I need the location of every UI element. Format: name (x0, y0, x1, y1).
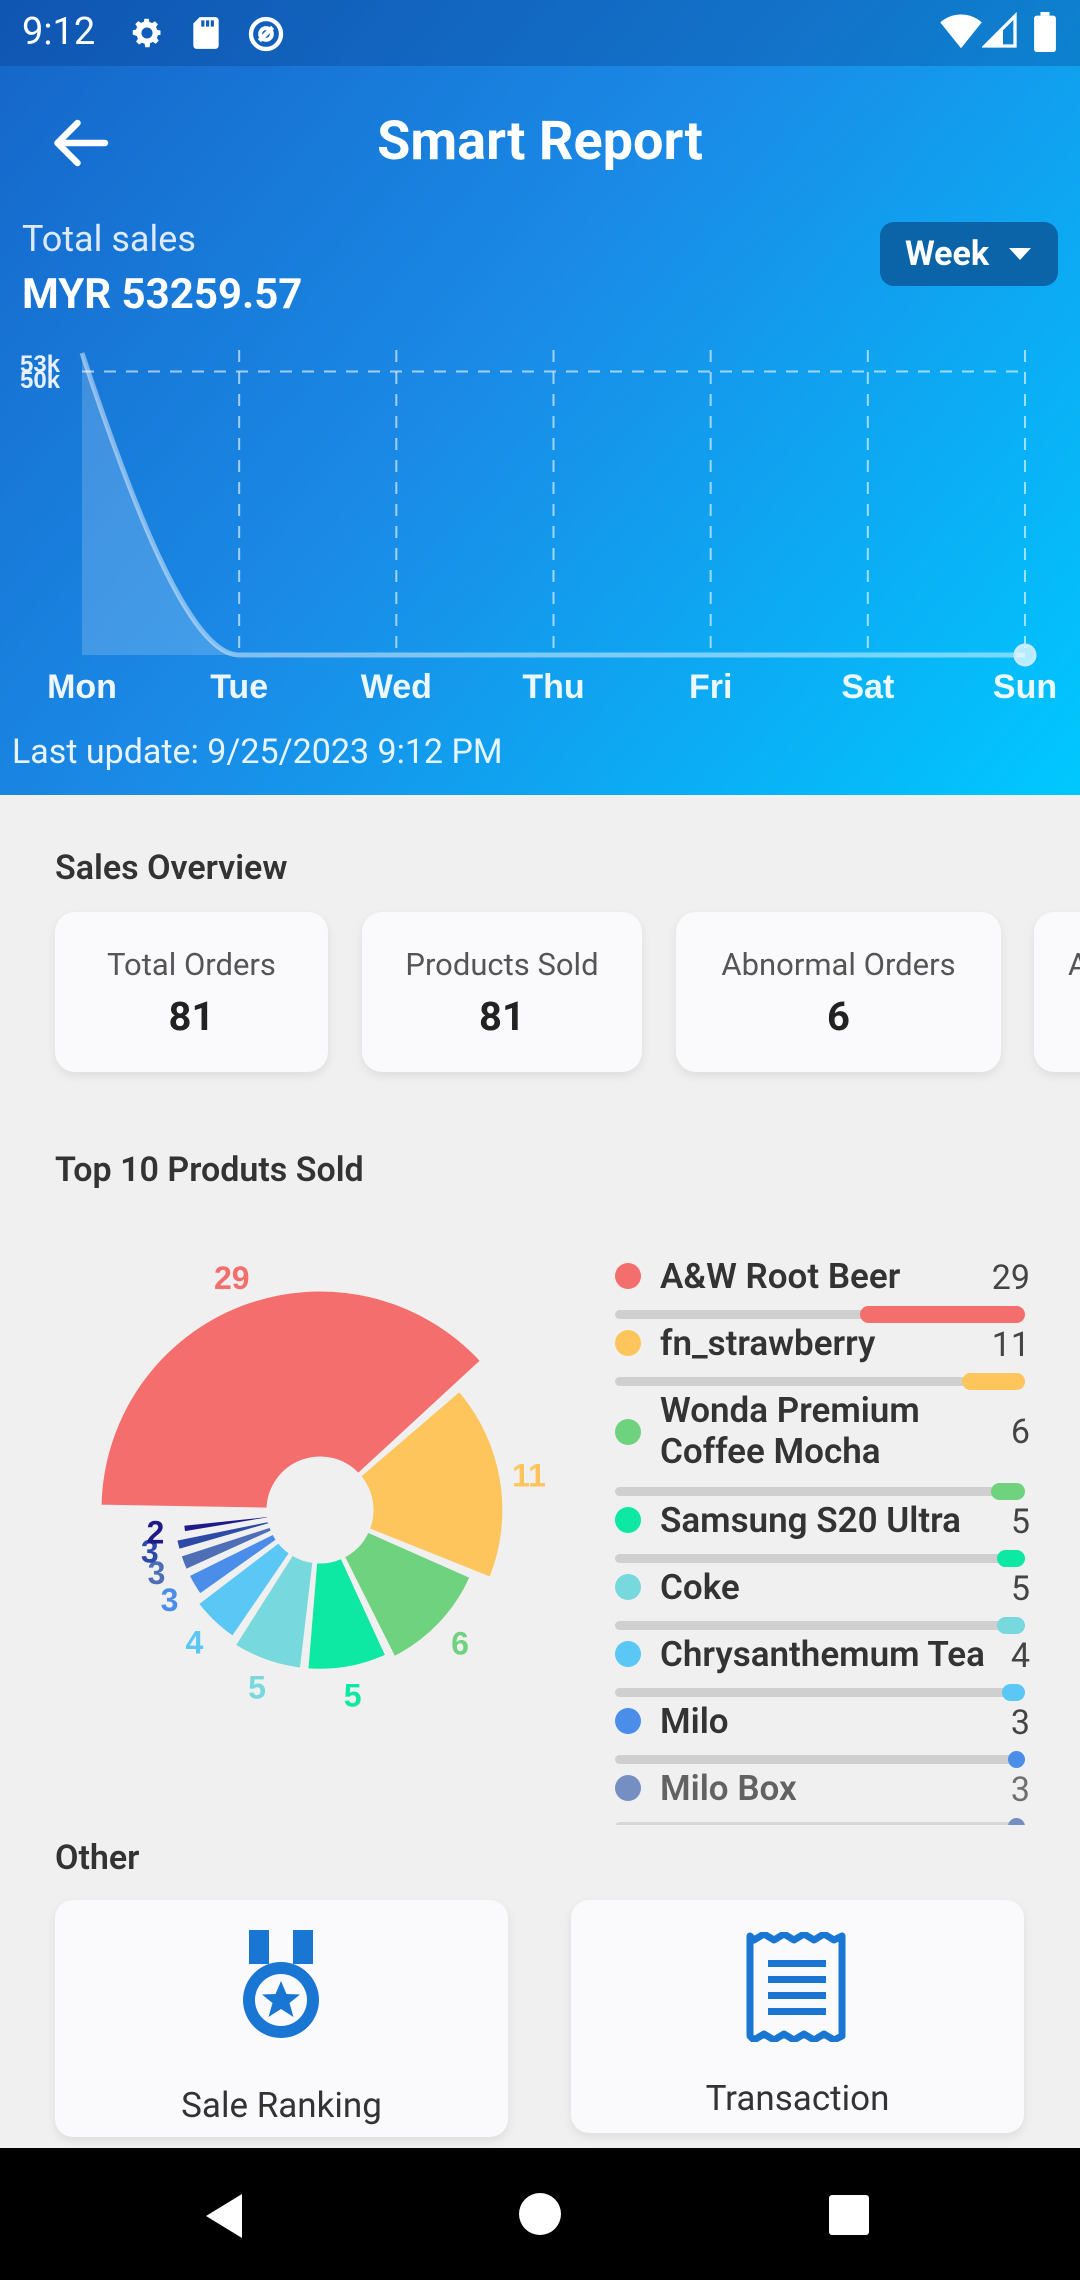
pie-value-label: 11 (512, 1457, 546, 1493)
top-products-title: Top 10 Produts Sold (55, 1150, 364, 1190)
progress-fill (996, 1617, 1025, 1634)
x-tick-label: Thu (522, 668, 584, 706)
transaction-button[interactable]: Transaction (571, 1900, 1024, 2133)
chart-point-last[interactable] (1013, 643, 1037, 667)
other-title: Other (55, 1838, 140, 1878)
product-name: Chrysanthemum Tea (660, 1634, 985, 1675)
card-value: 81 (168, 993, 215, 1040)
pie-value-label: 2 (147, 1514, 165, 1550)
progress-fill (1007, 1751, 1025, 1768)
nav-back-icon[interactable] (200, 2190, 248, 2242)
pie-value-label: 4 (186, 1624, 204, 1660)
status-time: 9:12 (22, 10, 96, 54)
product-count: 11 (991, 1325, 1030, 1365)
pie-value-label: 5 (344, 1677, 362, 1713)
nav-recents-icon[interactable] (828, 2194, 870, 2236)
legend-dot (615, 1708, 641, 1734)
legend-dot (615, 1641, 641, 1667)
progress-track (615, 1684, 1025, 1701)
product-count: 29 (991, 1258, 1030, 1298)
sales-line-chart: 53k50k Mon Tue Wed Thu Fri Sat Sun (20, 350, 1057, 706)
sale-ranking-button[interactable]: Sale Ranking (55, 1900, 508, 2137)
product-name: Milo (660, 1701, 729, 1742)
pie-value-label: 5 (248, 1669, 266, 1705)
transaction-label: Transaction (705, 2078, 890, 2119)
x-tick-label: Sun (993, 668, 1057, 706)
legend-dot (615, 1419, 641, 1445)
sales-overview-title: Sales Overview (55, 848, 288, 888)
progress-fill (1007, 1818, 1025, 1825)
products-sold-card[interactable]: Products Sold 81 (362, 912, 642, 1072)
progress-track (615, 1306, 1025, 1323)
progress-fill (860, 1306, 1025, 1323)
medal-icon (243, 1930, 319, 2038)
progress-track (615, 1818, 1025, 1825)
progress-track (615, 1617, 1025, 1634)
overflow-card[interactable]: A (1034, 912, 1080, 1072)
legend-dot (615, 1775, 641, 1801)
total-sales-label: Total sales (22, 218, 196, 260)
x-tick-label: Sat (841, 668, 894, 706)
progress-fill (1002, 1684, 1025, 1701)
product-name: Samsung S20 Ultra (660, 1500, 961, 1541)
page-title: Smart Report (377, 110, 703, 173)
product-name: A&W Root Beer (660, 1256, 901, 1297)
product-count: 3 (1010, 1703, 1030, 1743)
legend-dot (615, 1507, 641, 1533)
product-name: fn_strawberry (660, 1323, 876, 1364)
product-count: 5 (1010, 1569, 1030, 1609)
caret-down-icon (1009, 248, 1032, 260)
legend-dot (615, 1263, 641, 1289)
period-dropdown[interactable]: Week (880, 222, 1058, 286)
legend-dot (615, 1330, 641, 1356)
y-tick-label: 50k (20, 367, 61, 394)
product-count: 3 (1010, 1770, 1030, 1810)
x-tick-label: Mon (47, 668, 117, 706)
x-tick-label: Tue (210, 668, 268, 706)
status-bar: 9:12 (0, 0, 1080, 66)
card-value: 81 (479, 993, 525, 1040)
progress-fill (996, 1550, 1025, 1567)
progress-track (615, 1483, 1025, 1500)
progress-fill (990, 1483, 1025, 1500)
pie-value-label: 6 (451, 1625, 469, 1661)
x-tick-label: Fri (689, 668, 732, 706)
settings-icon (132, 18, 162, 48)
sd-card-icon (193, 17, 219, 49)
card-label: A (1068, 946, 1080, 983)
card-value: 6 (827, 993, 850, 1040)
last-update-text: Last update: 9/25/2023 9:12 PM (12, 732, 503, 772)
legend-dot (615, 1574, 641, 1600)
period-dropdown-value: Week (904, 234, 990, 274)
pie-value-label: 29 (214, 1260, 250, 1296)
card-label: Total Orders (107, 946, 276, 983)
report-header: 9:12 Smart Report Total sales MYR 53259.… (0, 0, 1080, 795)
battery-icon (1034, 12, 1056, 52)
product-count: 4 (1010, 1636, 1030, 1676)
card-label: Products Sold (405, 946, 599, 983)
x-tick-label: Wed (361, 668, 432, 706)
product-name: Coke (660, 1567, 740, 1608)
total-sales-value: MYR 53259.57 (22, 270, 303, 319)
nav-home-icon[interactable] (518, 2192, 562, 2236)
data-saver-icon (248, 16, 284, 52)
progress-fill (962, 1373, 1025, 1390)
total-orders-card[interactable]: Total Orders 81 (55, 912, 328, 1072)
product-name: Milo Box (660, 1768, 797, 1809)
wifi-icon (940, 14, 982, 49)
product-name: Wonda Premium Coffee Mocha (660, 1390, 920, 1472)
top-products-list: A&W Root Beer 29 fn_strawberry 11 Wonda … (615, 1250, 1030, 1825)
progress-track (615, 1751, 1025, 1768)
receipt-icon (746, 1932, 846, 2042)
progress-track (615, 1550, 1025, 1567)
progress-track (615, 1373, 1025, 1390)
signal-icon (982, 12, 1017, 48)
abnormal-orders-card[interactable]: Abnormal Orders 6 (676, 912, 1001, 1072)
system-navigation-bar (0, 2148, 1080, 2280)
product-count: 6 (1010, 1412, 1030, 1452)
product-count: 5 (1010, 1502, 1030, 1542)
top-products-pie-chart: 291165543332 (98, 1260, 546, 1713)
sale-ranking-label: Sale Ranking (181, 2085, 382, 2126)
card-label: Abnormal Orders (721, 946, 956, 983)
